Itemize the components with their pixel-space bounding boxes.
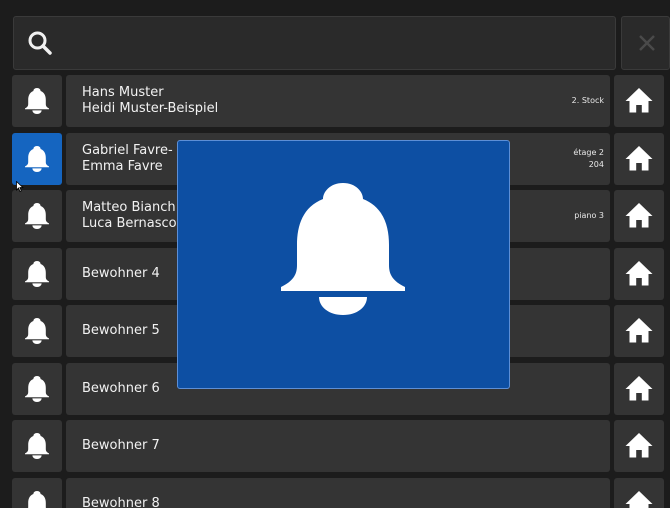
home-button[interactable] [614, 477, 664, 508]
resident-name-line-1: Bewohner 8 [82, 495, 160, 508]
floor-line-1: 2. Stock [571, 96, 604, 105]
close-icon [639, 35, 655, 51]
home-button[interactable] [614, 190, 664, 242]
home-icon [625, 318, 653, 343]
home-button[interactable] [614, 305, 664, 357]
floor-line-1: piano 3 [574, 211, 604, 220]
floor-label: étage 2 204 [573, 133, 604, 185]
resident-name-line-1: Hans Muster [82, 85, 164, 100]
home-icon [625, 203, 653, 228]
resident-names: Matteo Bianch Luca Bernasco [82, 190, 177, 242]
resident-name-line-1: Bewohner 5 [82, 323, 160, 338]
resident-name-cell[interactable]: Bewohner 8 [66, 477, 610, 508]
resident-name-line-2: Heidi Muster-Beispiel [82, 101, 219, 116]
resident-names: Bewohner 6 [82, 363, 160, 415]
ring-bell-button[interactable] [12, 132, 62, 185]
bell-icon [25, 145, 49, 172]
floor-label: 2. Stock [572, 75, 604, 127]
resident-row: Bewohner 7 [0, 420, 670, 472]
resident-name-line-1: Matteo Bianch [82, 200, 176, 215]
ring-bell-button[interactable] [12, 190, 62, 242]
bell-icon [25, 88, 49, 114]
home-icon [625, 375, 653, 400]
ring-bell-button[interactable] [12, 420, 62, 472]
bell-icon [281, 183, 405, 315]
search-bar[interactable] [13, 16, 616, 71]
resident-name-line-1: Bewohner 6 [82, 380, 160, 396]
home-icon [625, 490, 653, 508]
bell-icon [27, 490, 47, 508]
mouse-cursor [16, 181, 24, 192]
ring-bell-button[interactable] [12, 362, 62, 415]
search-icon [28, 31, 52, 55]
home-button[interactable] [614, 75, 664, 127]
home-icon [625, 260, 653, 285]
intercom-screen: Hans Muster Heidi Muster-Beispiel 2. Stock… [0, 0, 670, 508]
home-button[interactable] [614, 362, 664, 415]
resident-row: Hans Muster Heidi Muster-Beispiel 2. Stock [0, 75, 670, 127]
ring-bell-button[interactable] [12, 305, 62, 357]
search-input[interactable] [66, 17, 605, 71]
bell-icon [25, 375, 49, 402]
home-icon [625, 145, 653, 170]
home-button[interactable] [614, 132, 664, 185]
ring-bell-button[interactable] [12, 247, 62, 300]
home-icon [625, 433, 653, 458]
home-button[interactable] [614, 420, 664, 472]
home-button[interactable] [614, 247, 664, 300]
resident-names: Bewohner 5 [82, 305, 160, 357]
resident-row: Bewohner 8 [0, 477, 670, 508]
resident-names: Bewohner 8 [82, 478, 160, 508]
bell-icon [25, 203, 49, 229]
resident-names: Bewohner 4 [82, 248, 160, 300]
clear-search-button[interactable] [621, 16, 670, 70]
resident-name-line-2: Emma Favre [82, 158, 163, 174]
floor-label: piano 3 [574, 190, 604, 242]
resident-names: Gabriel Favre- Emma Favre [82, 133, 173, 185]
resident-name-line-1: Gabriel Favre- [82, 142, 173, 158]
resident-names: Hans Muster Heidi Muster-Beispiel [82, 75, 218, 127]
resident-names: Bewohner 7 [82, 420, 160, 472]
floor-line-1: étage 2 [573, 147, 604, 157]
bell-icon [25, 318, 49, 344]
resident-name-line-1: Bewohner 4 [82, 265, 160, 281]
home-icon [625, 88, 653, 113]
resident-name-line-2: Luca Bernasco [82, 216, 177, 231]
ringing-dialog[interactable] [177, 140, 510, 389]
bell-icon [25, 433, 49, 459]
resident-name-cell[interactable]: Hans Muster Heidi Muster-Beispiel 2. Stock [66, 75, 610, 127]
ring-bell-button[interactable] [12, 477, 62, 508]
resident-name-cell[interactable]: Bewohner 7 [66, 420, 610, 472]
bell-icon [25, 260, 49, 287]
floor-line-2: 204 [588, 159, 604, 169]
ring-bell-button[interactable] [12, 75, 62, 127]
resident-name-line-1: Bewohner 7 [82, 438, 160, 453]
